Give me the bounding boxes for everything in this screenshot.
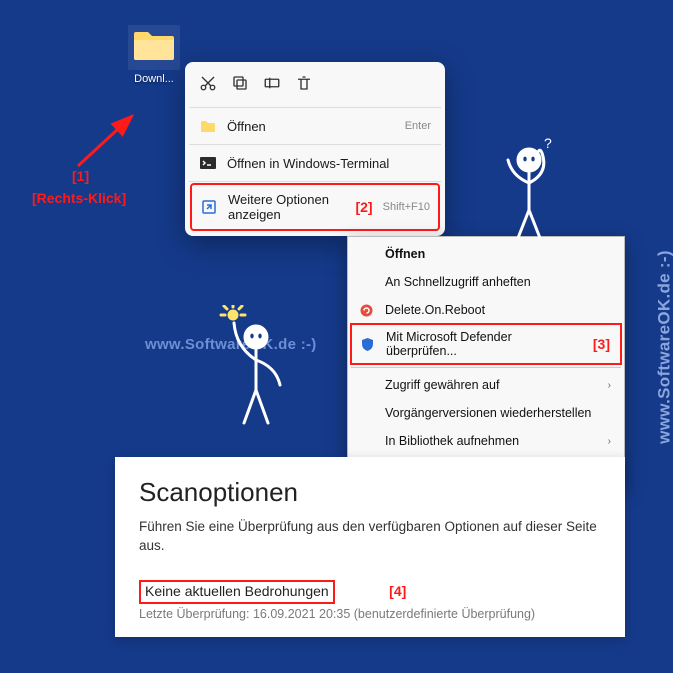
separator [189,181,441,182]
menu-item-open[interactable]: Öffnen [351,240,621,268]
menu-item-more-options[interactable]: Weitere Optionen anzeigen [2] Shift+F10 [190,183,440,231]
reboot-icon [357,301,375,319]
menu-item-label: Vorgängerversionen wiederherstellen [385,406,591,420]
menu-item-label: Delete.On.Reboot [385,303,485,317]
expand-icon [200,198,218,216]
blank-icon [357,376,375,394]
scan-title: Scanoptionen [139,477,601,508]
annotation-4: [4] [389,583,406,599]
menu-item-terminal[interactable]: Öffnen in Windows-Terminal [191,147,439,179]
menu-item-defender-scan[interactable]: Mit Microsoft Defender überprüfen... [3] [350,323,622,365]
shortcut: Shift+F10 [383,201,430,213]
separator [189,144,441,145]
menu-item-open[interactable]: Öffnen Enter [191,110,439,142]
scan-options-panel: Scanoptionen Führen Sie eine Überprüfung… [115,457,625,637]
shield-icon [358,335,376,353]
menu-item-delete-on-reboot[interactable]: Delete.On.Reboot [351,296,621,324]
menu-item-grant-access[interactable]: Zugriff gewähren auf › [351,371,621,399]
blank-icon [357,273,375,291]
context-menu-win11: Öffnen Enter Öffnen in Windows-Terminal … [185,62,445,236]
scan-status: Keine aktuellen Bedrohungen [145,583,329,599]
blank-icon [357,404,375,422]
delete-icon[interactable] [295,74,313,95]
menu-item-label: Öffnen [385,247,425,261]
menu-item-prev-versions[interactable]: Vorgängerversionen wiederherstellen [351,399,621,427]
scan-last-check: Letzte Überprüfung: 16.09.2021 20:35 (be… [139,607,601,621]
blank-icon [357,432,375,450]
annotation-3: [3] [593,336,610,352]
annotation-right-click: [Rechts-Klick] [32,190,126,206]
scan-status-box: Keine aktuellen Bedrohungen [139,580,335,604]
menu-item-label: In Bibliothek aufnehmen [385,434,519,448]
chevron-right-icon: › [608,380,611,391]
menu-item-add-library[interactable]: In Bibliothek aufnehmen › [351,427,621,455]
menu-item-label: An Schnellzugriff anheften [385,275,531,289]
menu-toolbar [191,68,439,105]
separator [189,107,441,108]
annotation-1: [1] [72,168,89,184]
copy-icon[interactable] [231,74,249,95]
shortcut: Enter [405,120,431,132]
folder-label: Downl... [118,73,190,85]
menu-item-label: Öffnen [227,119,266,134]
terminal-icon [199,154,217,172]
desktop-folder[interactable]: Downl... [118,25,190,85]
blank-icon [357,245,375,263]
separator [351,367,621,368]
menu-item-label: Zugriff gewähren auf [385,378,499,392]
annotation-2: [2] [355,199,372,215]
chevron-right-icon: › [608,436,611,447]
folder-small-icon [199,117,217,135]
folder-icon [128,25,180,70]
menu-item-label: Öffnen in Windows-Terminal [227,156,389,171]
svg-text:?: ? [544,138,552,151]
menu-item-pin-quick[interactable]: An Schnellzugriff anheften [351,268,621,296]
mascot-thinking: ? [494,138,564,248]
rename-icon[interactable] [263,74,281,95]
menu-item-label: Mit Microsoft Defender überprüfen... [386,330,583,358]
mascot-idea [214,305,294,435]
menu-item-label: Weitere Optionen anzeigen [228,192,341,222]
context-menu-classic: Öffnen An Schnellzugriff anheften Delete… [347,236,625,487]
scan-description: Führen Sie eine Überprüfung aus den verf… [139,518,601,556]
watermark-side: www.SoftwareOK.de :-) [655,250,673,444]
cut-icon[interactable] [199,74,217,95]
